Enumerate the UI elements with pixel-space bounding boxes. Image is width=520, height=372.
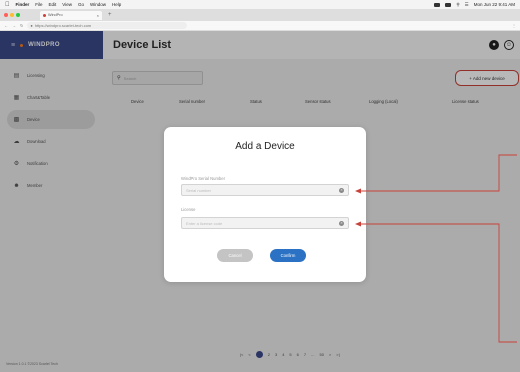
apple-logo-icon[interactable]:  (5, 2, 10, 8)
window-close-button[interactable] (4, 13, 8, 17)
license-label: License (181, 207, 196, 212)
wifi-icon[interactable]: ☰ (465, 2, 469, 8)
clear-icon[interactable]: × (339, 220, 344, 226)
menu-finder[interactable]: Finder (16, 2, 30, 7)
menu-window[interactable]: Window (90, 2, 106, 7)
reload-icon[interactable]: ↻ (20, 23, 23, 28)
confirm-button[interactable]: Confirm (270, 249, 306, 262)
serial-number-label: WindPro Serial Number (181, 176, 225, 181)
serial-number-placeholder: Serial number (186, 187, 211, 193)
browser-address-bar: ← → ↻ ● https://windpro.scarlet-tech.com… (0, 21, 520, 31)
battery-icon[interactable] (434, 2, 441, 7)
window-minimize-button[interactable] (10, 13, 14, 17)
menu-go[interactable]: Go (78, 2, 84, 7)
license-input[interactable]: Enter a license code × (181, 217, 349, 229)
forward-icon[interactable]: → (12, 23, 16, 28)
url-text: https://windpro.scarlet-tech.com (34, 23, 92, 28)
menu-view[interactable]: View (62, 2, 72, 7)
serial-number-input[interactable]: Serial number × (181, 184, 349, 196)
add-device-dialog: Add a Device WindPro Serial Number Seria… (164, 127, 366, 282)
browser-menu-icon[interactable]: ⋮ (512, 23, 516, 28)
browser-tab[interactable]: WindPro × (40, 10, 102, 20)
cancel-label: Cancel (228, 253, 242, 258)
browser-tab-title: WindPro (48, 13, 63, 17)
favicon-icon (43, 13, 46, 17)
menu-file[interactable]: File (35, 2, 42, 7)
macos-menu-bar:  Finder File Edit View Go Window Help ⚲… (0, 0, 520, 9)
clear-icon[interactable]: × (339, 187, 344, 193)
lock-icon: ● (30, 23, 33, 28)
url-field[interactable]: ● https://windpro.scarlet-tech.com (27, 22, 188, 29)
dialog-title: Add a Device (235, 141, 295, 152)
menu-help[interactable]: Help (112, 2, 121, 7)
menubar-clock[interactable]: Mon Jun 22 9:41 AM (474, 2, 515, 7)
back-icon[interactable]: ← (4, 23, 8, 28)
confirm-label: Confirm (280, 253, 296, 258)
search-icon[interactable]: ⚲ (456, 2, 459, 8)
window-zoom-button[interactable] (16, 13, 20, 17)
tab-close-icon[interactable]: × (97, 13, 99, 18)
menu-edit[interactable]: Edit (49, 2, 57, 7)
control-center-icon[interactable] (445, 2, 452, 7)
new-tab-button[interactable]: + (108, 12, 112, 18)
browser-tab-bar: WindPro × + (0, 9, 520, 21)
license-placeholder: Enter a license code (186, 220, 223, 226)
cancel-button[interactable]: Cancel (217, 249, 253, 262)
